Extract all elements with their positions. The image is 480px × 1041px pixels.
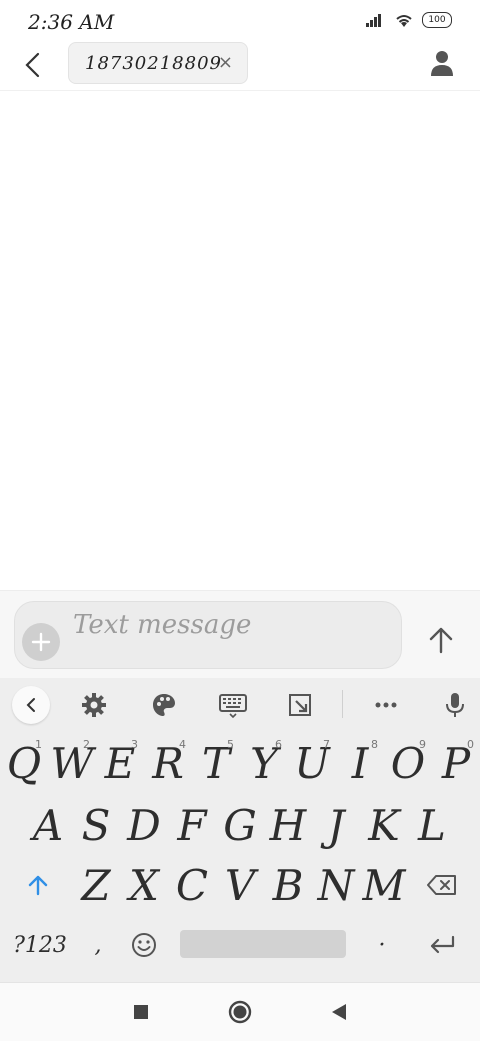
key-row-3: Z X C V B N M <box>0 856 480 914</box>
signal-icon <box>366 14 381 27</box>
plus-icon <box>31 632 51 652</box>
battery-level: 100 <box>428 15 446 25</box>
key-s[interactable]: S <box>72 796 120 854</box>
microphone-icon[interactable] <box>442 692 468 718</box>
back-arrow-icon[interactable] <box>18 50 48 80</box>
key-row-2: A S D F G H J K L <box>0 796 480 854</box>
system-nav-bar <box>0 982 480 1041</box>
wifi-icon <box>396 15 412 27</box>
key-v[interactable]: V <box>216 856 264 914</box>
period-key[interactable]: · <box>358 916 406 974</box>
key-g[interactable]: G <box>216 796 264 854</box>
attach-button[interactable] <box>22 623 60 661</box>
enter-icon <box>430 935 455 954</box>
spacebar[interactable] <box>180 930 346 958</box>
key-d[interactable]: D <box>120 796 168 854</box>
conversation-header: 18730218809 × <box>0 40 480 91</box>
symbols-key[interactable]: ?123 <box>10 916 70 974</box>
key-n[interactable]: N <box>312 856 360 914</box>
key-u[interactable]: U7 <box>288 734 336 792</box>
key-k[interactable]: K <box>360 796 408 854</box>
collapse-toolbar-button[interactable] <box>12 686 50 724</box>
shift-arrow-icon <box>28 875 48 896</box>
key-w[interactable]: W2 <box>48 734 96 792</box>
battery-icon: 100 <box>422 12 452 28</box>
key-h[interactable]: H <box>264 796 312 854</box>
shift-key[interactable] <box>14 856 62 914</box>
recents-square-icon[interactable] <box>128 999 154 1025</box>
enter-key[interactable] <box>418 916 466 974</box>
toolbar-divider <box>342 690 343 718</box>
key-row-1: Q1 W2 E3 R4 T5 Y6 U7 I8 O9 P0 <box>0 734 480 792</box>
compose-bar: Text message <box>0 590 480 679</box>
comma-key[interactable]: , <box>74 916 122 974</box>
status-time: 2:36 AM <box>28 10 115 34</box>
message-input[interactable]: Text message <box>14 601 402 669</box>
resize-keyboard-icon[interactable] <box>287 692 313 718</box>
backspace-icon <box>427 875 456 895</box>
recipient-number: 18730218809 <box>85 52 222 74</box>
key-a[interactable]: A <box>24 796 72 854</box>
key-r[interactable]: R4 <box>144 734 192 792</box>
emoji-key[interactable] <box>120 916 168 974</box>
more-icon[interactable] <box>373 692 399 718</box>
key-j[interactable]: J <box>312 796 360 854</box>
key-z[interactable]: Z <box>72 856 120 914</box>
key-row-4: ?123 , · <box>0 916 480 974</box>
key-x[interactable]: X <box>120 856 168 914</box>
key-p[interactable]: P0 <box>432 734 480 792</box>
key-i[interactable]: I8 <box>336 734 384 792</box>
palette-icon[interactable] <box>151 692 177 718</box>
back-triangle-icon[interactable] <box>326 999 352 1025</box>
key-t[interactable]: T5 <box>192 734 240 792</box>
remove-recipient-icon[interactable]: × <box>218 52 233 73</box>
backspace-key[interactable] <box>418 856 466 914</box>
status-icons: 100 <box>366 12 452 28</box>
key-l[interactable]: L <box>408 796 456 854</box>
send-arrow-icon[interactable] <box>426 625 456 655</box>
chevron-left-icon <box>26 698 35 712</box>
message-placeholder: Text message <box>73 610 252 640</box>
key-b[interactable]: B <box>264 856 312 914</box>
key-f[interactable]: F <box>168 796 216 854</box>
contact-icon[interactable] <box>430 50 454 76</box>
keyboard: Q1 W2 E3 R4 T5 Y6 U7 I8 O9 P0 A S D F G … <box>0 678 480 982</box>
key-q[interactable]: Q1 <box>0 734 48 792</box>
key-m[interactable]: M <box>360 856 408 914</box>
keyboard-icon[interactable] <box>219 692 247 718</box>
status-bar: 2:36 AM 100 <box>0 0 480 40</box>
key-o[interactable]: O9 <box>384 734 432 792</box>
smiley-icon <box>132 933 156 957</box>
key-e[interactable]: E3 <box>96 734 144 792</box>
conversation-area <box>0 91 480 590</box>
gear-icon[interactable] <box>81 692 107 718</box>
home-circle-icon[interactable] <box>227 999 253 1025</box>
keyboard-toolbar <box>0 678 480 732</box>
recipient-chip[interactable]: 18730218809 × <box>68 42 248 84</box>
key-y[interactable]: Y6 <box>240 734 288 792</box>
key-c[interactable]: C <box>168 856 216 914</box>
